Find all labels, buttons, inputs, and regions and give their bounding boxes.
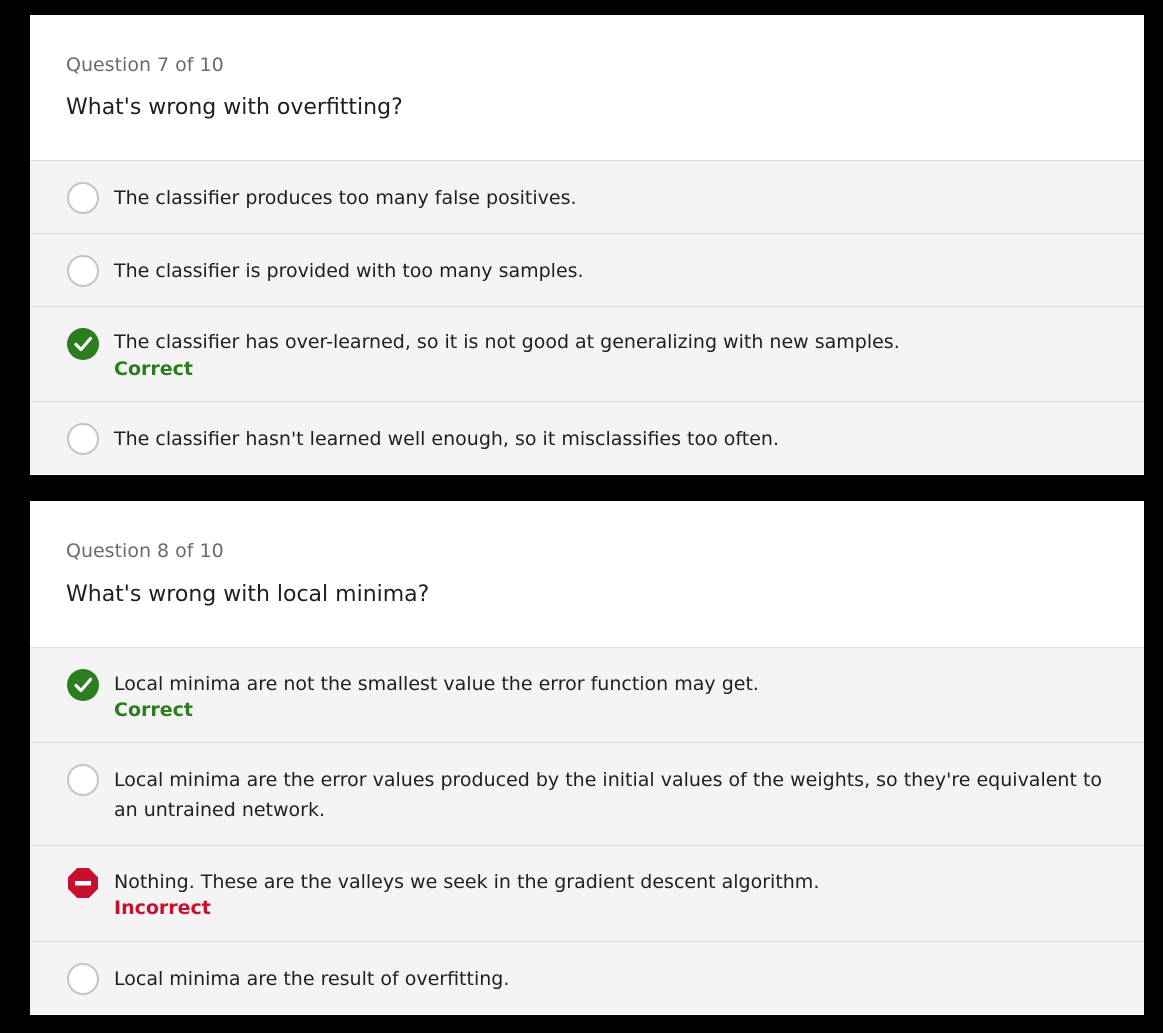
radio-circle-icon[interactable] bbox=[67, 182, 99, 214]
checkmark-circle-icon bbox=[67, 328, 99, 360]
answer-option-text: The classifier is provided with too many… bbox=[114, 260, 584, 282]
question-counter: Question 7 of 10 bbox=[66, 54, 224, 76]
incorrect-status-label: Incorrect bbox=[114, 897, 211, 919]
answer-option-correct[interactable]: Local minima are not the smallest value … bbox=[30, 648, 1144, 743]
answer-option[interactable]: Local minima are the error values produc… bbox=[30, 743, 1144, 846]
radio-circle-icon[interactable] bbox=[67, 764, 99, 796]
answer-option[interactable]: The classifier hasn't learned well enoug… bbox=[30, 402, 1144, 474]
answer-option-text: The classifier has over-learned, so it i… bbox=[114, 331, 900, 353]
stop-sign-icon bbox=[67, 867, 99, 899]
answer-option-correct[interactable]: The classifier has over-learned, so it i… bbox=[30, 307, 1144, 402]
question-header: Question 7 of 10 What's wrong with overf… bbox=[30, 15, 1144, 161]
answer-option-text: Local minima are not the smallest value … bbox=[114, 673, 759, 695]
question-counter: Question 8 of 10 bbox=[66, 540, 224, 562]
answer-option-text: The classifier produces too many false p… bbox=[114, 187, 577, 209]
answer-option-text: Nothing. These are the valleys we seek i… bbox=[114, 871, 820, 893]
answer-option-text: Local minima are the result of overfitti… bbox=[114, 968, 510, 990]
answer-option[interactable]: Local minima are the result of overfitti… bbox=[30, 942, 1144, 1014]
radio-circle-icon[interactable] bbox=[67, 423, 99, 455]
answer-option-text: The classifier hasn't learned well enoug… bbox=[114, 428, 779, 450]
radio-circle-icon[interactable] bbox=[67, 255, 99, 287]
question-header: Question 8 of 10 What's wrong with local… bbox=[30, 501, 1144, 648]
question-card-8: Question 8 of 10 What's wrong with local… bbox=[30, 501, 1144, 1015]
answer-option[interactable]: The classifier produces too many false p… bbox=[30, 161, 1144, 234]
answer-option[interactable]: The classifier is provided with too many… bbox=[30, 234, 1144, 307]
radio-circle-icon[interactable] bbox=[67, 963, 99, 995]
checkmark-circle-icon bbox=[67, 669, 99, 701]
answer-option-incorrect[interactable]: Nothing. These are the valleys we seek i… bbox=[30, 846, 1144, 942]
correct-status-label: Correct bbox=[114, 699, 193, 721]
question-card-7: Question 7 of 10 What's wrong with overf… bbox=[30, 15, 1144, 475]
answer-option-text: Local minima are the error values produc… bbox=[114, 769, 1103, 821]
correct-status-label: Correct bbox=[114, 358, 193, 380]
question-text: What's wrong with overfitting? bbox=[66, 95, 403, 120]
question-text: What's wrong with local minima? bbox=[66, 582, 430, 607]
